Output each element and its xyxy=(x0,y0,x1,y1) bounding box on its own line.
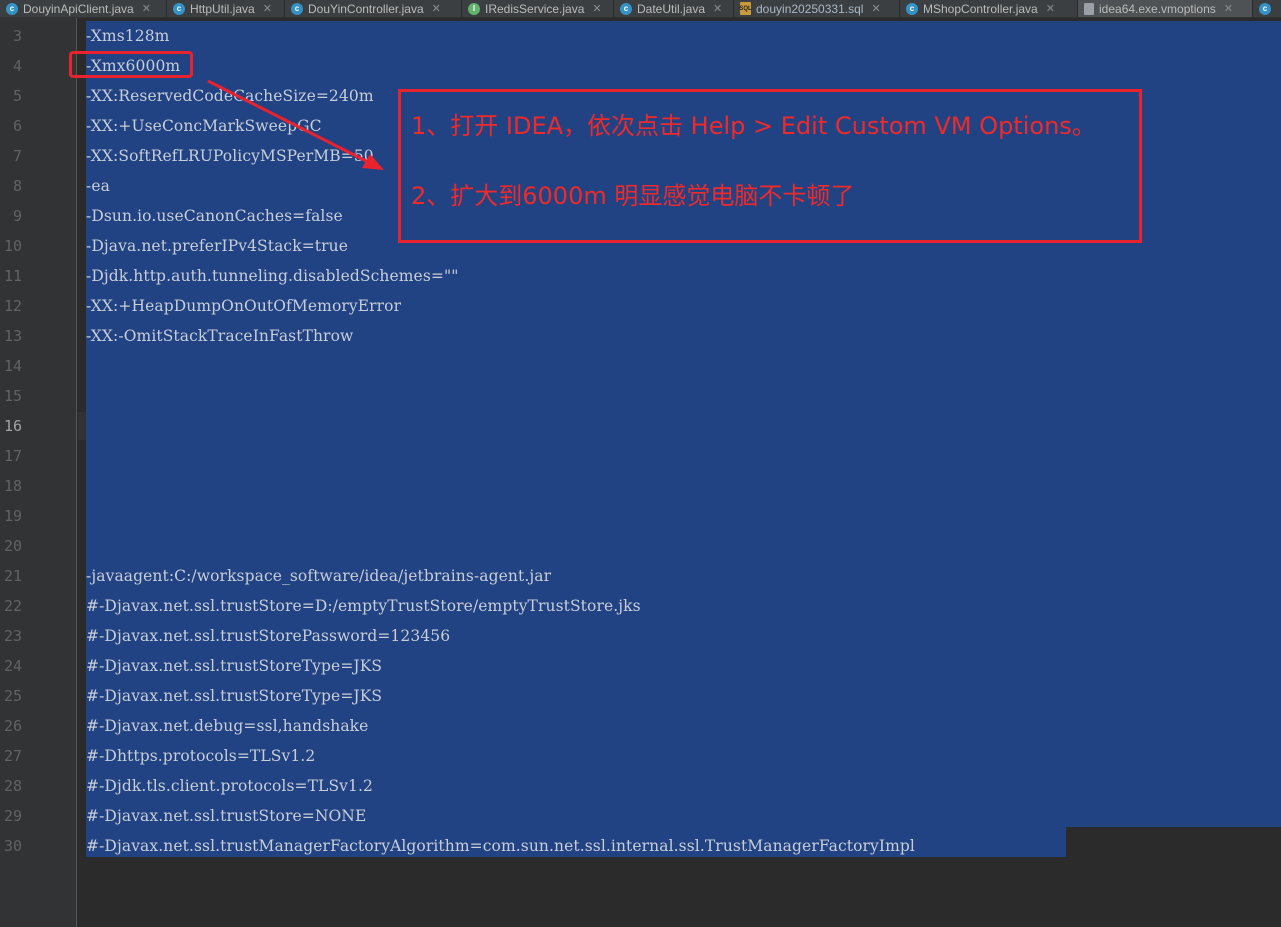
annotation-step-1: 1、打开 IDEA，依次点击 Help > Edit Custom VM Opt… xyxy=(411,112,1096,140)
annotation-note: 1、打开 IDEA，依次点击 Help > Edit Custom VM Opt… xyxy=(398,89,1142,243)
annotation-step-2: 2、扩大到6000m 明显感觉电脑不卡顿了 xyxy=(411,182,855,210)
